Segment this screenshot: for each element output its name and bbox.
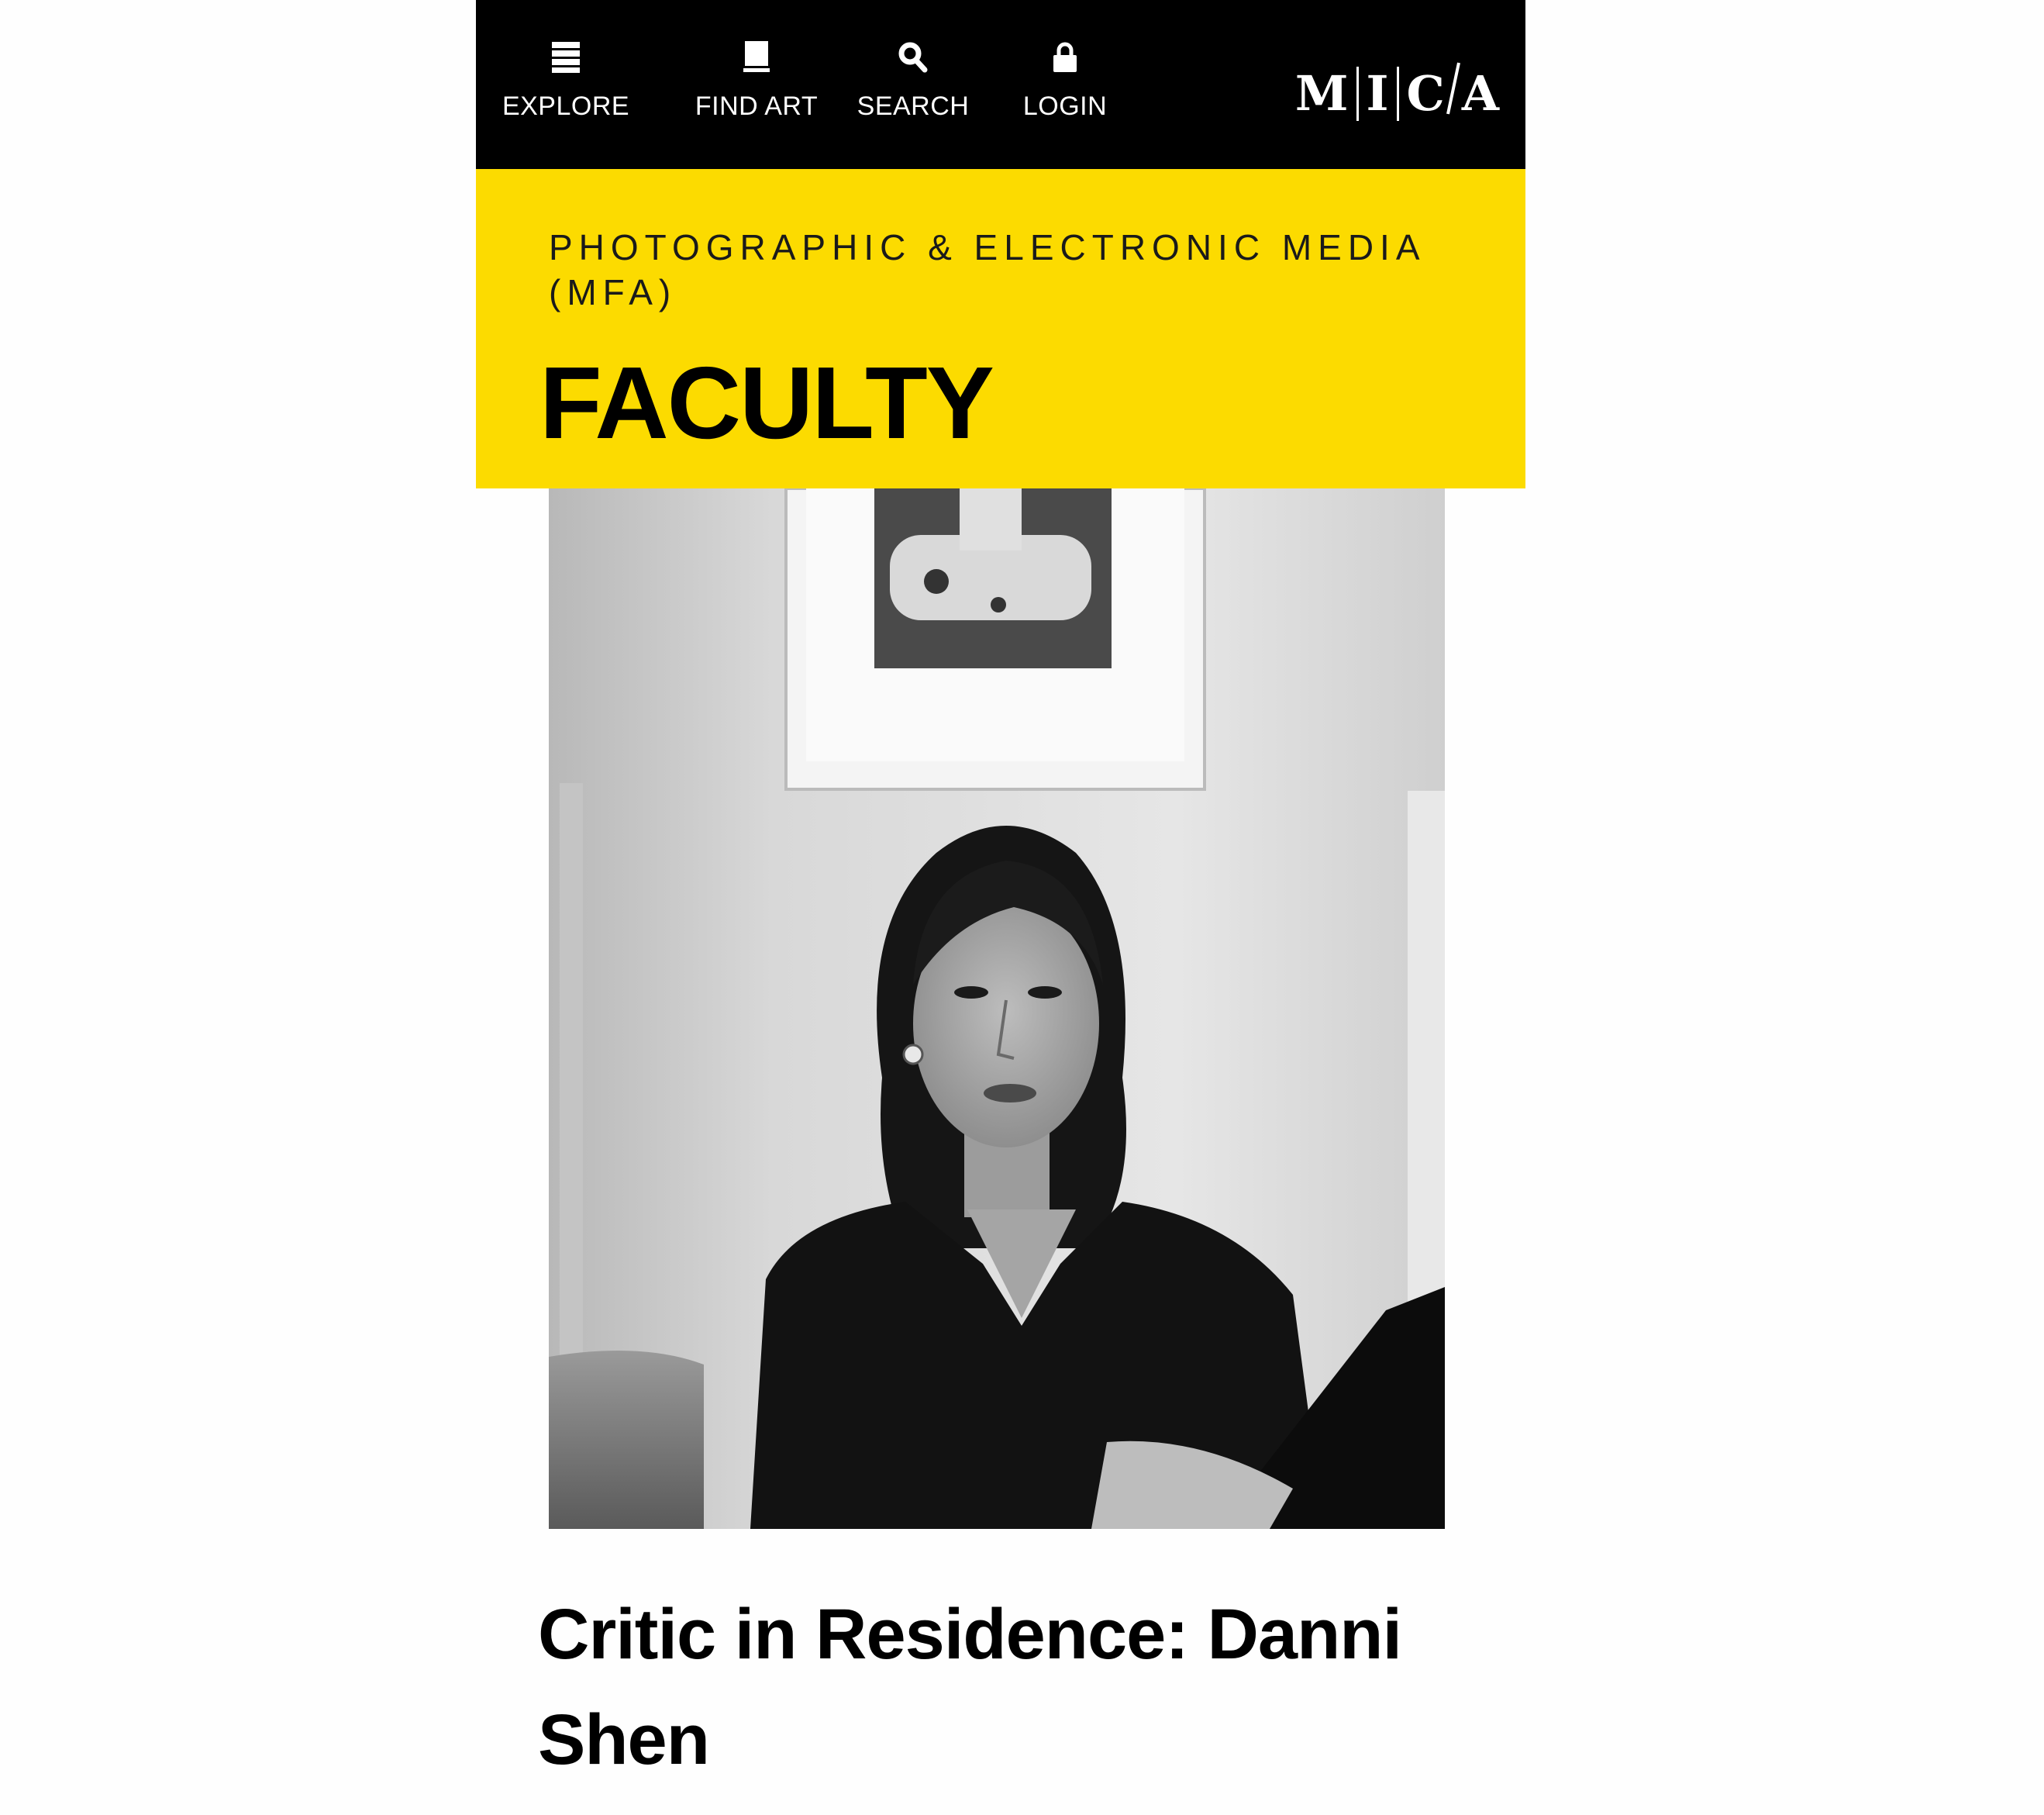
logo-letter-i: I bbox=[1366, 65, 1389, 122]
logo-letter-c: C bbox=[1406, 65, 1445, 122]
faculty-name-heading: Critic in Residence: Danni Shen bbox=[538, 1595, 1402, 1779]
page-title: FACULTY bbox=[539, 346, 994, 460]
mica-logo[interactable]: M I C A bbox=[1294, 62, 1499, 122]
nav-login-button[interactable]: LOGIN bbox=[1011, 37, 1119, 122]
nav-find-art-button[interactable]: FIND ART bbox=[679, 37, 834, 122]
logo-divider bbox=[1396, 67, 1399, 121]
nav-search-button[interactable]: SEARCH bbox=[851, 37, 975, 122]
nav-explore-button[interactable]: EXPLORE bbox=[502, 37, 630, 122]
nav-login-label: LOGIN bbox=[1022, 91, 1108, 121]
logo-letter-a: A bbox=[1461, 65, 1499, 122]
top-navigation-bar: EXPLORE FIND ART SEARCH LOGIN M I C A bbox=[476, 0, 1525, 169]
faculty-portrait-photo bbox=[549, 488, 1445, 1529]
search-icon bbox=[898, 37, 928, 78]
book-icon bbox=[743, 37, 770, 78]
logo-slash bbox=[1446, 61, 1460, 126]
page: EXPLORE FIND ART SEARCH LOGIN M I C A PH… bbox=[0, 0, 2044, 1815]
logo-letter-m: M bbox=[1294, 65, 1349, 122]
logo-divider bbox=[1356, 67, 1359, 121]
menu-icon bbox=[552, 37, 580, 78]
lock-icon bbox=[1052, 37, 1078, 78]
department-name[interactable]: PHOTOGRAPHIC & ELECTRONIC MEDIA (MFA) bbox=[549, 225, 1494, 315]
nav-search-label: SEARCH bbox=[857, 91, 970, 121]
nav-explore-label: EXPLORE bbox=[502, 91, 630, 121]
section-header: PHOTOGRAPHIC & ELECTRONIC MEDIA (MFA) FA… bbox=[476, 169, 1525, 488]
nav-find-art-label: FIND ART bbox=[695, 91, 819, 121]
